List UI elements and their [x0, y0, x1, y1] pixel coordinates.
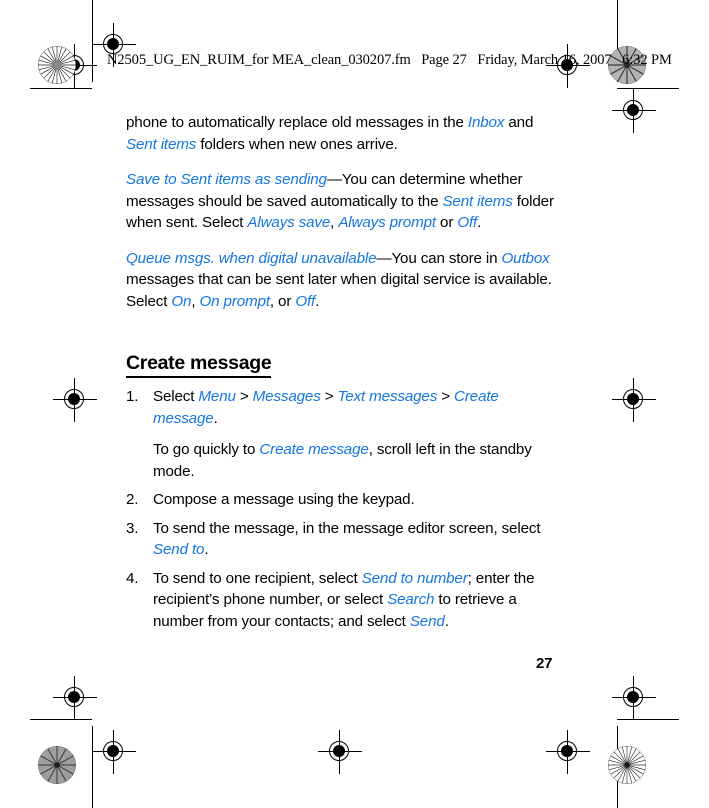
registration-crosshair-bottom-inner-left	[92, 730, 136, 774]
step-text: To send the message, in the message edit…	[153, 519, 541, 559]
step-number: 1.	[126, 388, 139, 405]
paragraph-save-to-sent-items: Save to Sent items as sending—You can de…	[126, 171, 554, 231]
registration-crosshair-left-middle	[53, 378, 97, 422]
star-target-bottom-left	[38, 746, 76, 784]
star-target-bottom-right	[608, 746, 646, 784]
page-number: 27	[536, 655, 553, 672]
trim-line-top-left-horizontal	[30, 88, 92, 89]
step-number: 2.	[126, 491, 139, 508]
section-heading-wrap: Create message	[126, 326, 558, 382]
step-text: Compose a message using the keypad.	[153, 491, 415, 508]
ui-term: Outbox	[501, 249, 550, 267]
ui-term: Save to Sent items as sending	[126, 171, 327, 188]
trim-line-left-vertical	[92, 0, 93, 82]
slug-time: 6:32 PM	[622, 52, 672, 68]
registration-crosshair-bottom-center	[318, 730, 362, 774]
registration-crosshair-right-middle	[612, 378, 656, 422]
trim-line-top-right-horizontal	[617, 88, 679, 89]
procedure-step-list: 1. Select Menu > Messages > Text message…	[126, 386, 558, 632]
trim-line-bottom-left-horizontal	[30, 719, 92, 720]
ui-term: Off	[457, 214, 478, 231]
ui-term: Send to	[153, 541, 205, 558]
slug-page-label: Page 27	[421, 52, 467, 68]
procedure-step: 4. To send to one recipient, select Send…	[126, 568, 558, 633]
ui-term: Sent items	[442, 192, 513, 210]
ui-term: Sent items	[126, 135, 197, 153]
step-text: Select Menu > Messages > Text messages >…	[153, 388, 499, 427]
ui-term: Text messages	[337, 388, 438, 405]
ui-term: On	[171, 292, 192, 310]
procedure-step: 2. Compose a message using the keypad.	[126, 489, 558, 511]
slug-filename: N2505_UG_EN_RUIM_for MEA_clean_030207.fm	[107, 52, 411, 68]
ui-term: Search	[387, 591, 435, 608]
ui-term: On prompt	[199, 292, 271, 310]
trim-line-right-vertical-lower	[617, 726, 618, 808]
registration-crosshair-bottom-left	[53, 676, 97, 720]
registration-crosshair-bottom-right	[612, 676, 656, 720]
step-number: 4.	[126, 569, 139, 587]
paragraph-queue-msgs: Queue msgs. when digital unavailable—You…	[126, 249, 552, 310]
registration-crosshair-bottom-inner-right	[546, 730, 590, 774]
step-number: 3.	[126, 519, 139, 537]
registration-crosshair-top-right	[612, 89, 656, 133]
step-text: To send to one recipient, select Send to…	[153, 569, 535, 630]
ui-term: Create message	[259, 441, 369, 458]
trim-line-left-vertical-lower	[92, 726, 93, 808]
trim-line-bottom-right-horizontal	[617, 719, 679, 720]
page-content: phone to automatically replace old messa…	[126, 112, 558, 639]
paragraph-message-overwrite: phone to automatically replace old messa…	[126, 114, 534, 153]
film-slug-line: N2505_UG_EN_RUIM_for MEA_clean_030207.fm…	[107, 52, 672, 69]
registration-crosshair-top-left	[53, 44, 97, 88]
ui-term: Queue msgs. when digital unavailable	[126, 249, 377, 267]
ui-term: Off	[295, 292, 316, 310]
section-heading-create-message: Create message	[126, 352, 272, 378]
slug-date: Friday, March 16, 2007	[477, 52, 612, 68]
ui-term: Menu	[198, 388, 236, 405]
ui-term: Messages	[252, 388, 321, 405]
ui-term: Always prompt	[338, 214, 436, 231]
trim-line-right-vertical	[617, 0, 618, 82]
procedure-step: 1. Select Menu > Messages > Text message…	[126, 386, 558, 482]
ui-term: Inbox	[467, 114, 505, 131]
ui-term: Send to number	[361, 569, 468, 587]
star-target-top-left	[38, 46, 76, 84]
procedure-step: 3. To send the message, in the message e…	[126, 518, 558, 561]
step-note: To go quickly to Create message, scroll …	[153, 441, 532, 480]
ui-term: Always save	[247, 214, 331, 231]
ui-term: Send	[409, 612, 445, 630]
